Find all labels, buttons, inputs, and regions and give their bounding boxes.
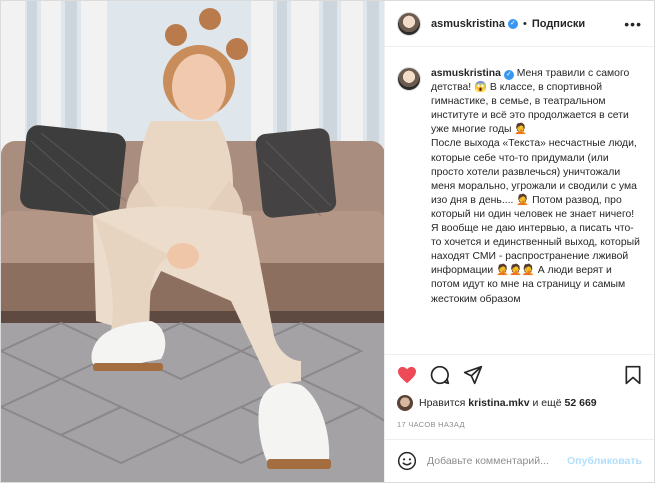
caption-username[interactable]: asmuskristina [431, 68, 501, 79]
comment-box: Добавьте комментарий... Опубликовать [385, 439, 654, 482]
bookmark-icon[interactable] [624, 365, 642, 385]
caption-area: asmuskristina ✓ Меня травили с самого дет… [385, 47, 654, 354]
post-header: asmuskristina ✓ • Подписки ••• [385, 1, 654, 47]
share-icon[interactable] [463, 365, 483, 385]
caption-text: asmuskristina ✓ Меня травили с самого дет… [431, 67, 642, 339]
verified-badge-icon: ✓ [507, 18, 518, 29]
following-button[interactable]: Подписки [532, 18, 585, 30]
likes-summary: Нравится kristina.mkv и ещё 52 669 [385, 394, 654, 412]
comment-icon[interactable] [430, 365, 450, 385]
post-timestamp[interactable]: 17 часов назад [385, 412, 654, 439]
photo-illustration [1, 1, 384, 482]
publish-button[interactable]: Опубликовать [567, 455, 642, 467]
likes-count[interactable]: 52 669 [565, 397, 597, 409]
instagram-post: asmuskristina ✓ • Подписки ••• asmuskris… [0, 0, 655, 483]
comment-input[interactable]: Добавьте комментарий... [427, 455, 567, 467]
liker-avatar[interactable] [397, 395, 413, 411]
likes-prefix: Нравится [419, 397, 466, 409]
caption-paragraph-2: После выхода «Текста» несчастные люди, к… [431, 138, 640, 305]
more-icon[interactable]: ••• [624, 16, 642, 32]
like-heart-icon[interactable] [397, 366, 417, 384]
separator-dot: • [522, 17, 527, 30]
verified-badge-icon: ✓ [503, 70, 514, 80]
likes-middle: и ещё [532, 397, 562, 409]
author-avatar[interactable] [397, 11, 421, 36]
author-username[interactable]: asmuskristina [431, 18, 505, 30]
liker-username[interactable]: kristina.mkv [468, 397, 529, 409]
caption-avatar[interactable] [397, 67, 421, 91]
emoji-icon[interactable] [397, 451, 417, 471]
post-photo[interactable] [1, 1, 385, 482]
action-bar [385, 354, 654, 394]
post-side-panel: asmuskristina ✓ • Подписки ••• asmuskris… [385, 1, 654, 482]
